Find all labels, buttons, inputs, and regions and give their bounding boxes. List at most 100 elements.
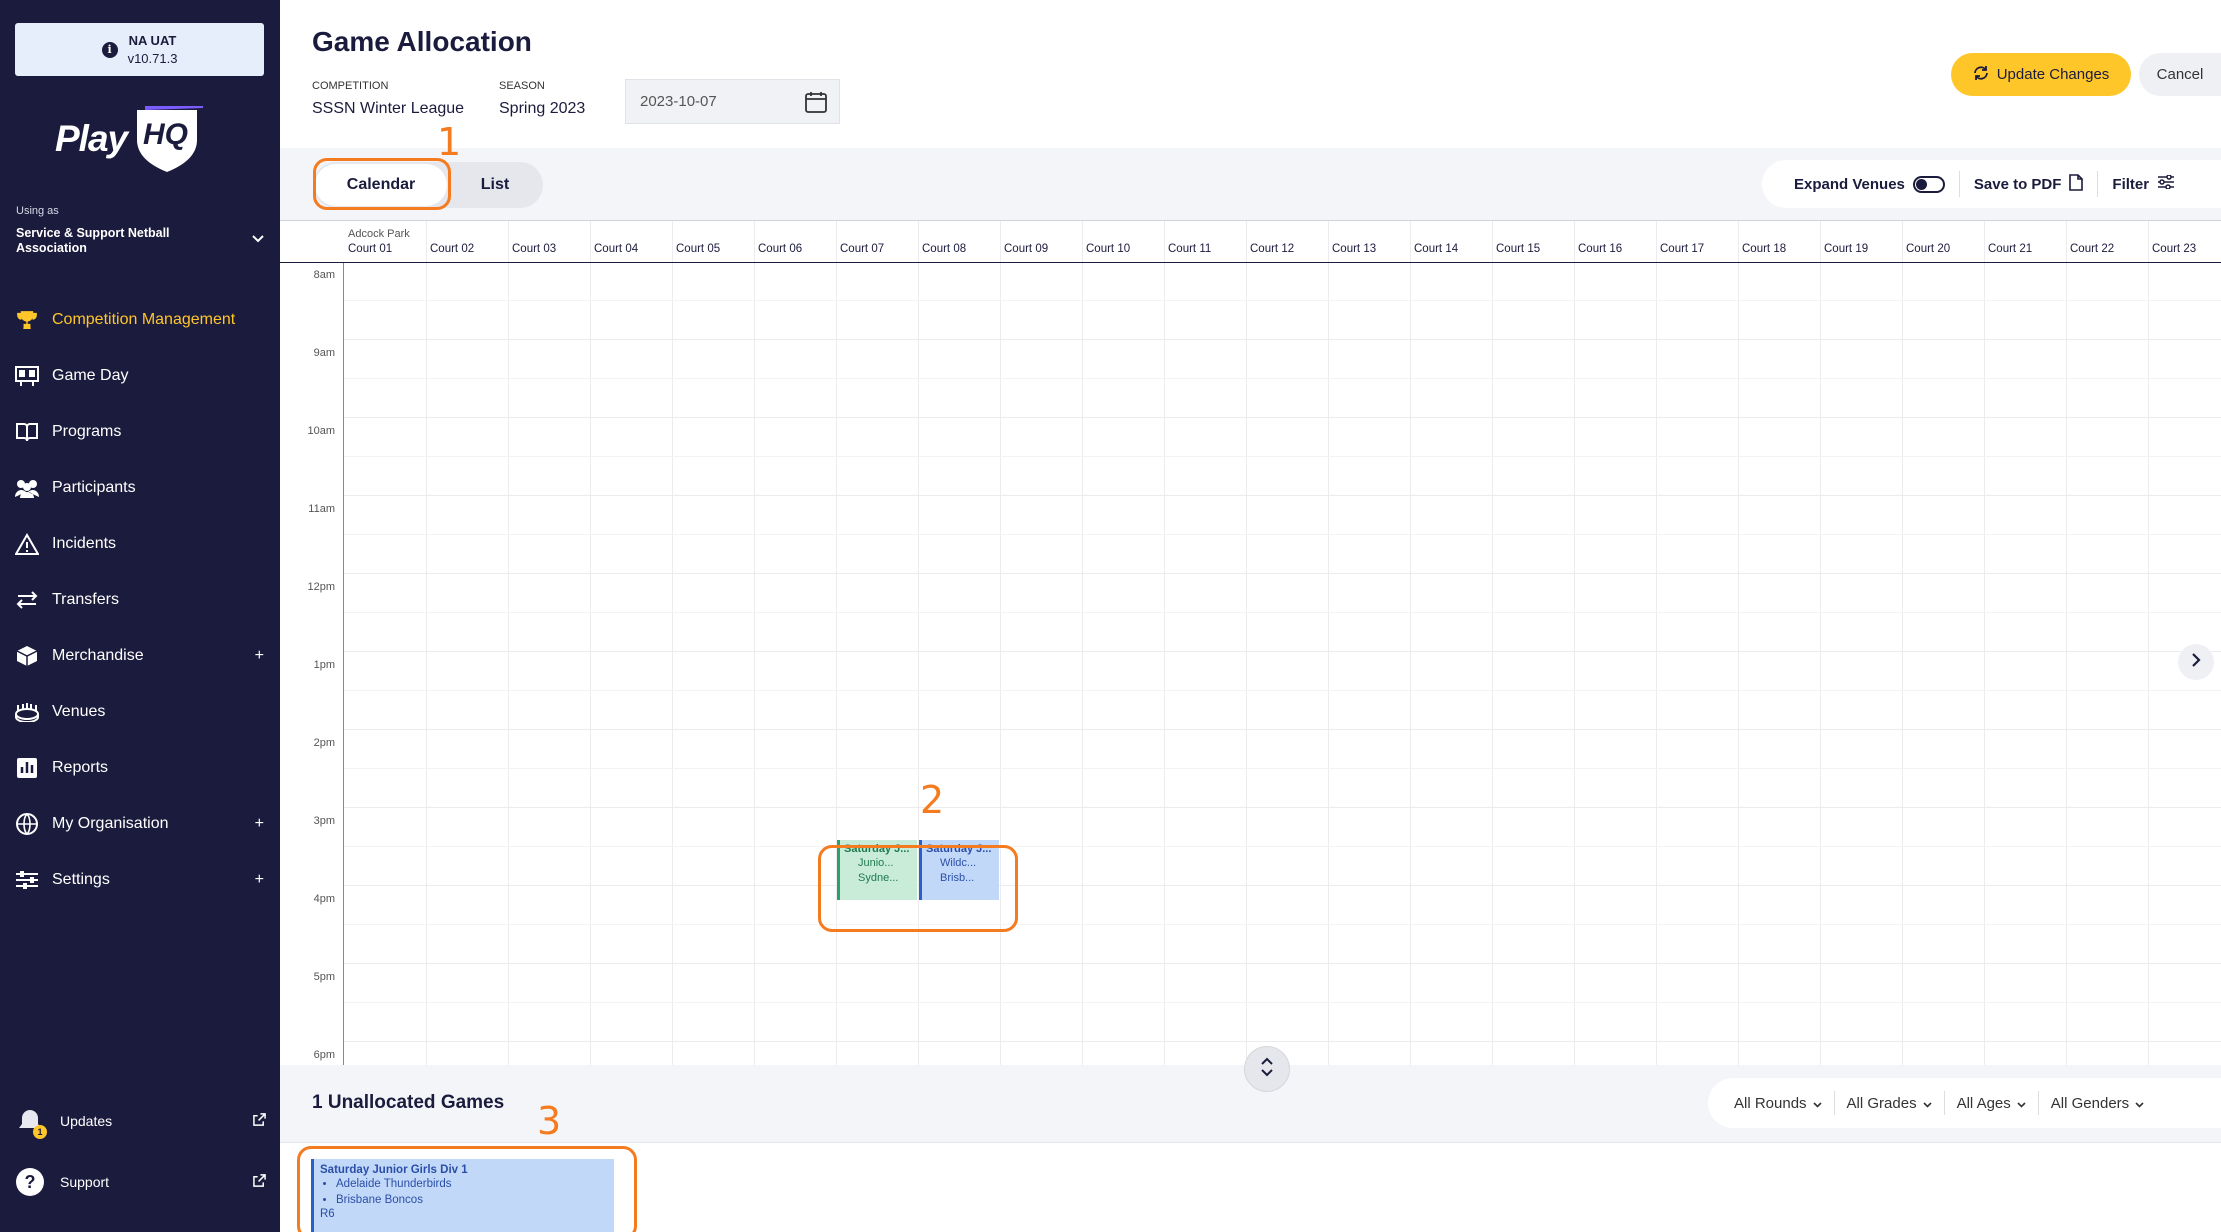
nav-reports[interactable]: Reports xyxy=(0,740,280,796)
nav-label: Participants xyxy=(52,479,136,496)
nav-label: Transfers xyxy=(52,591,119,608)
time-label: 2pm xyxy=(313,737,335,749)
expand-plus-icon[interactable]: + xyxy=(255,647,264,665)
grid-column-line xyxy=(1328,221,1329,1065)
grid-column-line xyxy=(672,221,673,1065)
chevron-down-icon[interactable] xyxy=(252,232,264,246)
annotation-highlight-2 xyxy=(818,845,1018,932)
page-header: Game Allocation COMPETITION SSSN Winter … xyxy=(280,0,2221,148)
grid-column-line xyxy=(426,221,427,1065)
grid-hour-line xyxy=(344,651,2221,652)
support-link[interactable]: ? Support xyxy=(14,1162,266,1202)
toggle-switch[interactable] xyxy=(1912,175,1945,193)
court-column-header: Court 15 xyxy=(1496,243,1541,255)
court-column-header: Court 18 xyxy=(1742,243,1787,255)
expand-venues-label: Expand Venues xyxy=(1794,175,1905,193)
court-column-header: Court 23 xyxy=(2152,243,2197,255)
book-icon xyxy=(14,419,40,445)
report-icon xyxy=(14,755,40,781)
court-column-header: Court 19 xyxy=(1824,243,1869,255)
organisation-selector[interactable]: Service & Support Netball Association xyxy=(16,226,216,256)
nav-my-organisation[interactable]: My Organisation + xyxy=(0,796,280,852)
nav-incidents[interactable]: Incidents xyxy=(0,516,280,572)
expand-plus-icon[interactable]: + xyxy=(255,871,264,889)
grid-half-hour-line xyxy=(344,690,2221,691)
date-picker-input[interactable]: 2023-10-07 xyxy=(625,79,840,124)
tab-list[interactable]: List xyxy=(449,162,541,208)
globe-icon xyxy=(14,811,40,837)
nav-settings[interactable]: Settings + xyxy=(0,852,280,908)
nav-label: Programs xyxy=(52,423,122,440)
annotation-highlight-3 xyxy=(297,1146,637,1232)
playhq-logo[interactable]: Play HQ xyxy=(55,106,205,174)
filter-genders-label: All Genders xyxy=(2050,1094,2130,1112)
save-pdf-label: Save to PDF xyxy=(1973,175,2062,193)
grid-half-hour-line xyxy=(344,1002,2221,1003)
grid-column-line xyxy=(1574,221,1575,1065)
update-changes-button[interactable]: Update Changes xyxy=(1951,53,2131,96)
nav-venues[interactable]: Venues xyxy=(0,684,280,740)
filter-ages-dropdown[interactable]: All Ages xyxy=(1957,1095,2026,1112)
time-label: 9am xyxy=(313,347,335,359)
nav-label: Game Day xyxy=(52,367,129,384)
next-courts-button[interactable] xyxy=(2178,644,2214,680)
filter-grades-dropdown[interactable]: All Grades xyxy=(1847,1095,1932,1112)
expand-plus-icon[interactable]: + xyxy=(255,815,264,833)
court-column-header: Court 05 xyxy=(676,243,721,255)
chevron-down-icon xyxy=(1923,1095,1932,1112)
nav-competition-management[interactable]: Competition Management xyxy=(0,292,280,348)
help-icon: ? xyxy=(14,1166,46,1198)
expand-venues-toggle[interactable]: Expand Venues xyxy=(1794,160,1945,208)
season-label: SEASON xyxy=(499,80,545,92)
nav-participants[interactable]: Participants xyxy=(0,460,280,516)
calendar-icon[interactable] xyxy=(805,91,827,117)
updates-label: Updates xyxy=(60,1113,113,1129)
logo-shield-icon: HQ xyxy=(137,106,204,172)
warning-icon xyxy=(14,531,40,557)
grid-half-hour-line xyxy=(344,300,2221,301)
svg-text:?: ? xyxy=(25,1172,36,1192)
logo-text: Play xyxy=(55,118,128,159)
court-column-header: Court 01 xyxy=(348,243,393,255)
venue-name: Adcock Park xyxy=(348,228,410,240)
nav-merchandise[interactable]: Merchandise + xyxy=(0,628,280,684)
court-column-header: Court 14 xyxy=(1414,243,1459,255)
filter-grades-label: All Grades xyxy=(1846,1094,1917,1112)
grid-hour-line xyxy=(344,729,2221,730)
grid-hour-line xyxy=(344,339,2221,340)
court-column-header: Court 08 xyxy=(922,243,967,255)
refresh-icon xyxy=(1973,65,1989,85)
nav-programs[interactable]: Programs xyxy=(0,404,280,460)
sidebar: i NA UAT v10.71.3 Play HQ Using as Servi… xyxy=(0,0,280,1232)
grid-half-hour-line xyxy=(344,378,2221,379)
scoreboard-icon xyxy=(14,363,40,389)
nav-game-day[interactable]: Game Day xyxy=(0,348,280,404)
filter-rounds-dropdown[interactable]: All Rounds xyxy=(1734,1095,1822,1112)
grid-column-line xyxy=(918,221,919,1065)
grid-column-line xyxy=(2066,221,2067,1065)
chevron-right-icon xyxy=(2191,652,2201,672)
time-gutter: 8am 9am 10am 11am 12pm 1pm 2pm 3pm 4pm 5pm 6pm xyxy=(280,263,344,1065)
filter-button[interactable]: Filter xyxy=(2112,160,2175,208)
grid-column-line xyxy=(2148,221,2149,1065)
filter-genders-dropdown[interactable]: All Genders xyxy=(2051,1095,2144,1112)
sliders-icon xyxy=(14,867,40,893)
using-as-label: Using as xyxy=(16,205,59,217)
divider xyxy=(1943,1091,1945,1115)
cancel-button[interactable]: Cancel xyxy=(2139,53,2221,96)
grid-column-line xyxy=(1656,221,1657,1065)
grid-half-hour-line xyxy=(344,456,2221,457)
court-column-header: Court 17 xyxy=(1660,243,1705,255)
nav-transfers[interactable]: Transfers xyxy=(0,572,280,628)
grid-column-line xyxy=(1410,221,1411,1065)
save-to-pdf-button[interactable]: Save to PDF xyxy=(1974,160,2084,208)
nav-label: Merchandise xyxy=(52,647,144,664)
grid-hour-line xyxy=(344,417,2221,418)
trophy-icon xyxy=(14,307,40,333)
update-changes-label: Update Changes xyxy=(1996,66,2110,83)
updates-link[interactable]: 1 Updates xyxy=(14,1101,266,1141)
filter-ages-label: All Ages xyxy=(1956,1094,2011,1112)
grid-column-line xyxy=(754,221,755,1065)
time-label: 10am xyxy=(307,425,335,437)
court-column-header: Court 03 xyxy=(512,243,557,255)
